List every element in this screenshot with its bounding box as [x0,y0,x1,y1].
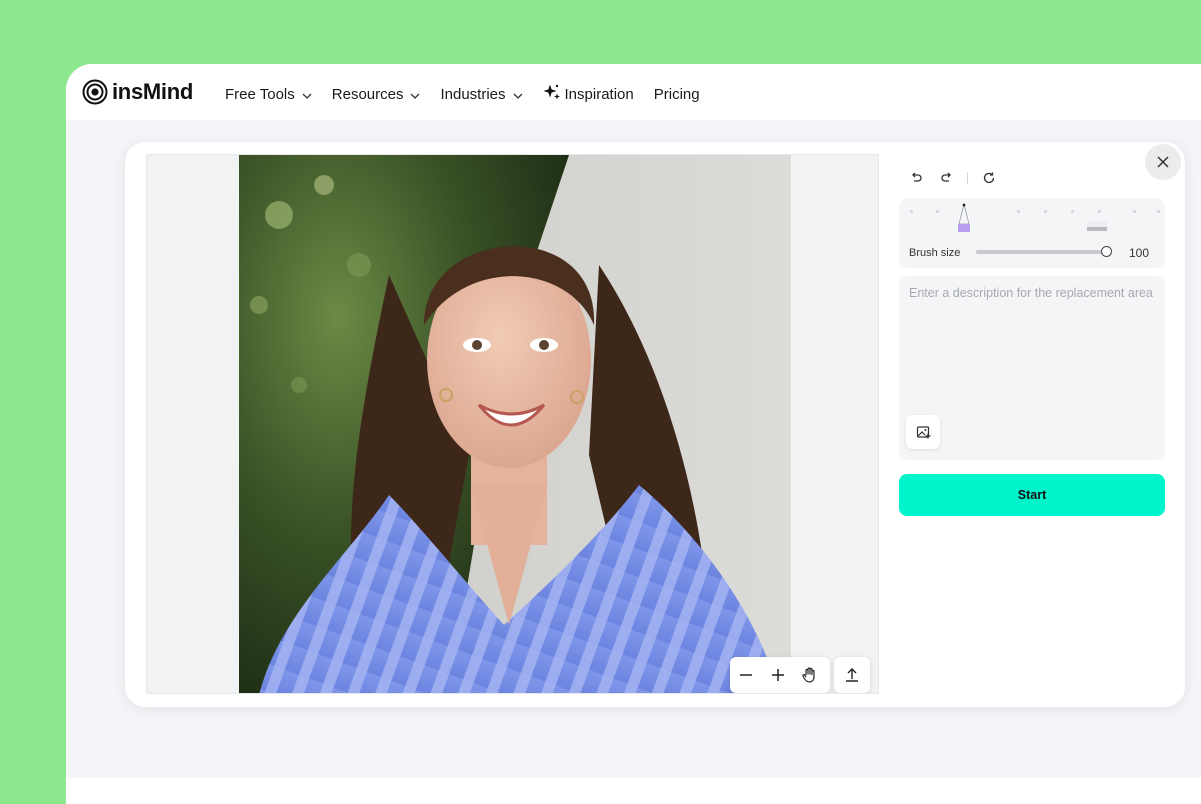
slider-fill [976,250,1106,254]
brush-size-label: Brush size [909,247,961,259]
size-scale-dot [910,210,913,213]
brand-logo[interactable]: insMind [82,79,193,105]
zoom-out-button[interactable] [730,657,762,693]
nav-item-resources[interactable]: Resources [332,86,421,103]
editor-canvas[interactable] [146,154,879,694]
brand-name: insMind [112,79,194,104]
start-button[interactable]: Start [899,474,1165,516]
eraser-icon[interactable] [1085,218,1109,234]
undo-icon [912,172,922,182]
editor-modal: Brush size 100 Start [125,142,1185,707]
page-footer-strip [66,778,1201,804]
browser-window: insMind Free Tools Resources Industries [66,64,1201,804]
add-reference-image-button[interactable] [906,415,940,449]
chevron-down-icon [410,86,420,103]
brush-size-value: 100 [1129,246,1150,260]
size-scale-dot [1044,210,1047,213]
chevron-down-icon [302,86,312,103]
insmind-logo-icon [82,79,108,105]
nav-item-pricing[interactable]: Pricing [654,86,700,103]
top-navbar: insMind Free Tools Resources Industries [66,64,1201,120]
zoom-in-button[interactable] [762,657,794,693]
undo-button[interactable] [905,168,927,188]
nav-item-label: Free Tools [225,85,295,103]
sparkle-icon [543,83,561,105]
upload-button[interactable] [834,657,870,693]
history-controls [905,168,1009,188]
size-scale-dot [1017,210,1020,213]
description-panel [899,276,1165,460]
chevron-down-icon [513,86,523,103]
brush-size-panel: Brush size 100 [899,198,1165,268]
size-scale-dot [936,210,939,213]
size-scale-dot [1157,210,1160,213]
reset-button[interactable] [978,168,1000,188]
size-scale-dot [1098,210,1101,213]
hand-pan-button[interactable] [794,657,826,693]
export-toolbar [834,657,870,693]
redo-icon [941,172,951,182]
nav-menu: Free Tools Resources Industries Inspirat… [225,83,720,105]
close-button[interactable] [1145,144,1181,180]
description-input[interactable] [909,284,1155,404]
zoom-toolbar [730,657,830,693]
nav-item-free-tools[interactable]: Free Tools [225,86,312,103]
brush-pencil-icon[interactable] [954,202,974,234]
redo-button[interactable] [936,168,958,188]
divider [967,172,968,184]
nav-item-label: Pricing [653,85,700,103]
nav-item-industries[interactable]: Industries [440,86,522,103]
nav-item-label: Inspiration [564,85,634,103]
nav-item-label: Resources [331,85,404,103]
size-scale-dot [1071,210,1074,213]
hand-icon [802,667,815,683]
nav-item-inspiration[interactable]: Inspiration [543,83,634,105]
upload-arrow-icon [846,668,858,682]
close-icon [1157,156,1169,168]
uploaded-photo[interactable] [239,155,791,693]
slider-handle[interactable] [1101,246,1112,257]
image-add-icon [916,425,930,438]
refresh-icon [983,172,995,184]
size-scale-dot [1133,210,1136,213]
nav-item-label: Industries [440,85,506,103]
brush-size-slider[interactable] [976,246,1112,257]
photo-woman-smiling-image [239,155,791,693]
